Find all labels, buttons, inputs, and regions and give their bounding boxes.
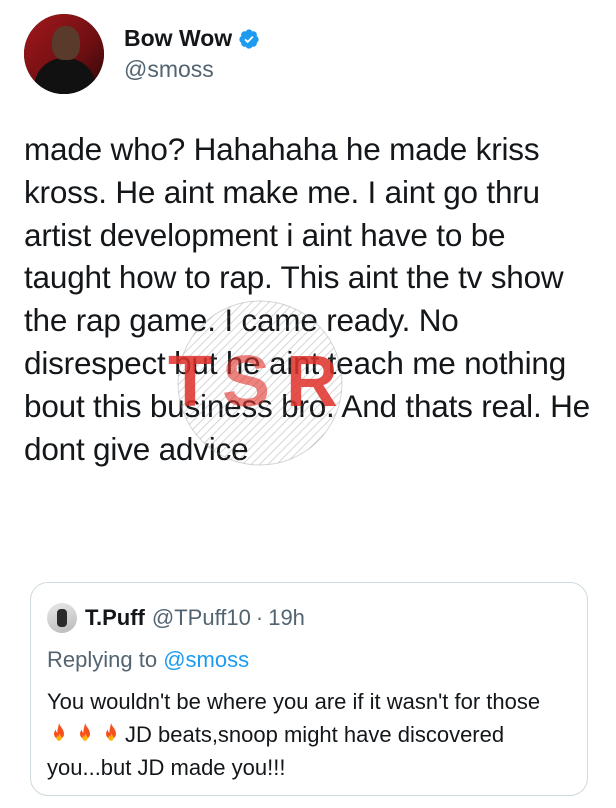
fire-icon: [99, 722, 123, 746]
author-display-name[interactable]: Bow Wow: [124, 25, 232, 52]
separator-dot: ·: [255, 605, 264, 630]
fire-icon: [47, 722, 71, 746]
quoted-tweet-card[interactable]: T.Puff @TPuff10 · 19h Replying to @smoss…: [30, 582, 588, 796]
quoted-tweet-text: You wouldn't be where you are if it wasn…: [47, 685, 567, 784]
quoted-author-handle[interactable]: @TPuff10: [152, 605, 251, 631]
replying-to-label: Replying to: [47, 647, 158, 672]
quoted-author-display-name[interactable]: T.Puff: [85, 605, 145, 631]
tweet-header: Bow Wow @smoss: [24, 14, 260, 94]
author-names: Bow Wow @smoss: [124, 25, 260, 83]
replying-to-mention-link[interactable]: @smoss: [163, 647, 249, 672]
author-handle[interactable]: @smoss: [124, 56, 260, 83]
quoted-tweet-timestamp[interactable]: 19h: [268, 605, 305, 631]
fire-icon: [73, 722, 97, 746]
verified-badge-icon: [238, 28, 260, 50]
tweet-body-text: made who? Hahahaha he made kriss kross. …: [24, 131, 590, 467]
quoted-author-avatar[interactable]: [47, 603, 77, 633]
quoted-text-before: You wouldn't be where you are if it wasn…: [47, 689, 541, 714]
author-avatar[interactable]: [24, 14, 104, 94]
quoted-tweet-header: T.Puff @TPuff10 · 19h: [47, 603, 305, 633]
replying-to-line: Replying to @smoss: [47, 647, 249, 673]
